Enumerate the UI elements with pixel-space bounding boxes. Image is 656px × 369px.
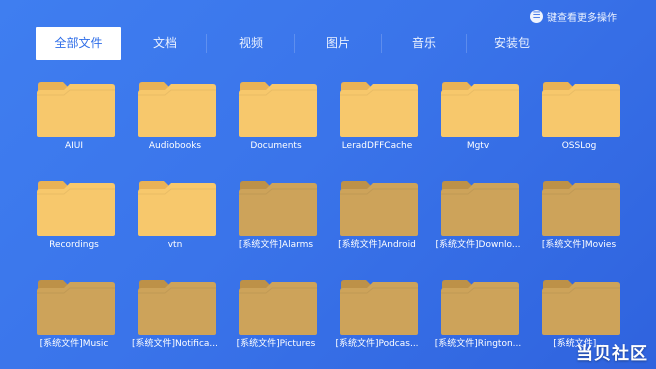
folder-icon xyxy=(541,279,621,336)
folder-icon xyxy=(339,180,419,237)
folder-name: vtn xyxy=(167,240,183,250)
folder-tile[interactable]: [系统文件]Android xyxy=(333,180,421,270)
folder-name: LeradDFFCache xyxy=(341,141,413,151)
folder-name: [系统文件]Podcas... xyxy=(335,339,419,349)
folder-tile[interactable]: [系统文件]Movies xyxy=(535,180,623,270)
tab-divider xyxy=(381,34,382,53)
folder-tile[interactable]: [系统文件]Notifica... xyxy=(131,279,219,369)
more-actions-hint-text: 键查看更多操作 xyxy=(547,13,617,24)
folder-tile[interactable]: [系统文件]Pictures xyxy=(232,279,320,369)
folder-icon xyxy=(339,279,419,336)
folder-name: [系统文件]Rington... xyxy=(434,339,522,349)
tab-divider xyxy=(466,34,467,53)
folder-name: OSSLog xyxy=(561,141,597,151)
folder-name: Mgtv xyxy=(466,141,490,151)
folder-tile[interactable]: [系统文件]Music xyxy=(30,279,118,369)
folder-icon xyxy=(36,180,116,237)
folder-tile[interactable]: [系统文件]Podcas... xyxy=(333,279,421,369)
more-actions-hint: ☰ 键查看更多操作 xyxy=(530,9,617,24)
folder-tile[interactable]: LeradDFFCache xyxy=(333,81,421,171)
tab-videos[interactable]: 视频 xyxy=(226,27,276,60)
folder-icon xyxy=(137,81,217,138)
folder-name: Audiobooks xyxy=(148,141,202,151)
folder-icon xyxy=(440,180,520,237)
folder-icon xyxy=(541,81,621,138)
watermark-logo: 当贝社区 xyxy=(576,344,648,364)
tab-documents[interactable]: 文档 xyxy=(140,27,190,60)
folder-name: [系统文件]Music xyxy=(39,339,109,349)
folder-icon xyxy=(339,81,419,138)
folder-icon xyxy=(36,81,116,138)
folder-tile[interactable]: Documents xyxy=(232,81,320,171)
folder-icon xyxy=(137,279,217,336)
tab-divider xyxy=(206,34,207,53)
folder-icon xyxy=(238,279,318,336)
folder-icon xyxy=(440,279,520,336)
folder-tile[interactable]: [系统文件]Downlo... xyxy=(434,180,522,270)
category-tabs: 全部文件 文档 视频 图片 音乐 安装包 xyxy=(36,27,576,60)
folder-name: [系统文件]Alarms xyxy=(238,240,314,250)
folder-icon xyxy=(36,279,116,336)
menu-icon: ☰ xyxy=(530,10,543,23)
folder-icon xyxy=(238,180,318,237)
folder-icon xyxy=(238,81,318,138)
tab-music[interactable]: 音乐 xyxy=(399,27,449,60)
folder-name: Documents xyxy=(250,141,302,151)
folder-name: [系统文件]Downlo... xyxy=(435,240,521,250)
folder-tile[interactable]: Recordings xyxy=(30,180,118,270)
tab-images[interactable]: 图片 xyxy=(313,27,363,60)
folder-tile[interactable]: OSSLog xyxy=(535,81,623,171)
folder-name: [系统文件]Android xyxy=(338,240,416,250)
folder-name: [系统文件]Movies xyxy=(541,240,617,250)
folder-icon xyxy=(440,81,520,138)
folder-tile[interactable]: Mgtv xyxy=(434,81,522,171)
folder-tile[interactable]: vtn xyxy=(131,180,219,270)
folder-name: [系统文件]Notifica... xyxy=(131,339,218,349)
tab-all-files[interactable]: 全部文件 xyxy=(36,27,121,60)
folder-tile[interactable]: Audiobooks xyxy=(131,81,219,171)
tab-installers[interactable]: 安装包 xyxy=(484,27,540,60)
folder-icon xyxy=(137,180,217,237)
folder-name: Recordings xyxy=(49,240,99,250)
folder-name: [系统文件]Pictures xyxy=(236,339,316,349)
folder-tile[interactable]: [系统文件]Alarms xyxy=(232,180,320,270)
folder-tile[interactable]: AIUI xyxy=(30,81,118,171)
folder-icon xyxy=(541,180,621,237)
folder-name: AIUI xyxy=(64,141,84,151)
folder-tile[interactable]: [系统文件]Rington... xyxy=(434,279,522,369)
tab-divider xyxy=(294,34,295,53)
